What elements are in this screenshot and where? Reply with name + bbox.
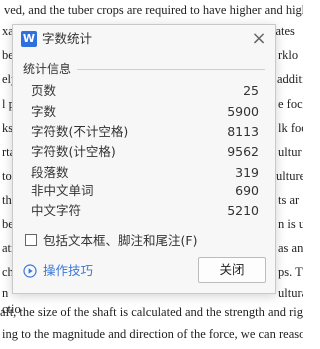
section-title: 统计信息	[23, 62, 72, 76]
stat-value: 319	[235, 165, 259, 180]
doc-line: n	[2, 286, 9, 300]
doc-line-fragment: e foc	[278, 97, 303, 111]
doc-line-fragment: ulture	[276, 169, 303, 183]
doc-line-fragment: n is u	[278, 217, 303, 231]
section-divider	[77, 69, 265, 70]
stat-value: 5900	[227, 104, 259, 119]
doc-line: ing to the magnitude and direction of th…	[2, 327, 303, 341]
stat-row-pages: 页数 25	[31, 82, 259, 100]
doc-line-fragment: ultur	[278, 145, 302, 159]
include-textbox-footnotes-checkbox[interactable]	[25, 234, 37, 246]
doc-line-fragment: ps. Th	[278, 265, 303, 279]
doc-line-fragment: additi	[277, 72, 303, 86]
stat-value: 690	[235, 183, 259, 198]
stat-value: 25	[243, 83, 259, 98]
stat-row-non-chinese-words: 非中文单词 690	[31, 182, 259, 200]
wps-writer-icon: W	[21, 31, 37, 47]
doc-line-fragment: as and	[278, 241, 303, 255]
stat-row-chars-no-spaces: 字符数(不计空格) 8113	[31, 123, 259, 141]
word-count-dialog: W 字数统计 × 统计信息 页数 25 字数 5900 字符数(不计空格) 81…	[12, 24, 276, 294]
stat-row-chars-with-spaces: 字符数(计空格) 9562	[31, 143, 259, 161]
stat-value: 5210	[227, 203, 259, 218]
close-button[interactable]: 关闭	[198, 257, 266, 283]
stat-row-words: 字数 5900	[31, 103, 259, 121]
close-icon[interactable]: ×	[249, 29, 269, 49]
doc-line-fragment: ts ar	[278, 193, 300, 207]
stat-value: 9562	[227, 144, 259, 159]
checkbox-label[interactable]: 包括文本框、脚注和尾注(F)	[43, 233, 197, 248]
stat-label: 字符数(不计空格)	[31, 124, 129, 139]
tips-link-label[interactable]: 操作技巧	[43, 263, 93, 279]
doc-line-fragment: lk foo	[278, 121, 303, 135]
stat-row-chinese-chars: 中文字符 5210	[31, 202, 259, 220]
stat-label: 非中文单词	[31, 183, 94, 198]
stat-label: 字符数(计空格)	[31, 144, 116, 159]
stat-value: 8113	[227, 124, 259, 139]
dialog-titlebar[interactable]: W 字数统计 ×	[13, 25, 275, 53]
doc-line-fragment: ultura	[278, 286, 303, 300]
stat-label: 字数	[31, 104, 57, 119]
play-circle-icon	[23, 264, 37, 278]
dialog-title: 字数统计	[42, 31, 93, 46]
doc-line-fragment: rklo	[278, 48, 299, 62]
stat-label: 段落数	[31, 165, 69, 180]
stat-label: 中文字符	[31, 203, 82, 218]
stat-label: 页数	[31, 83, 57, 98]
doc-line: ved, and the tuber crops are required to…	[4, 3, 303, 17]
doc-line: aft, the size of the shaft is calculated…	[0, 305, 303, 319]
stat-row-paragraphs: 段落数 319	[31, 164, 259, 182]
